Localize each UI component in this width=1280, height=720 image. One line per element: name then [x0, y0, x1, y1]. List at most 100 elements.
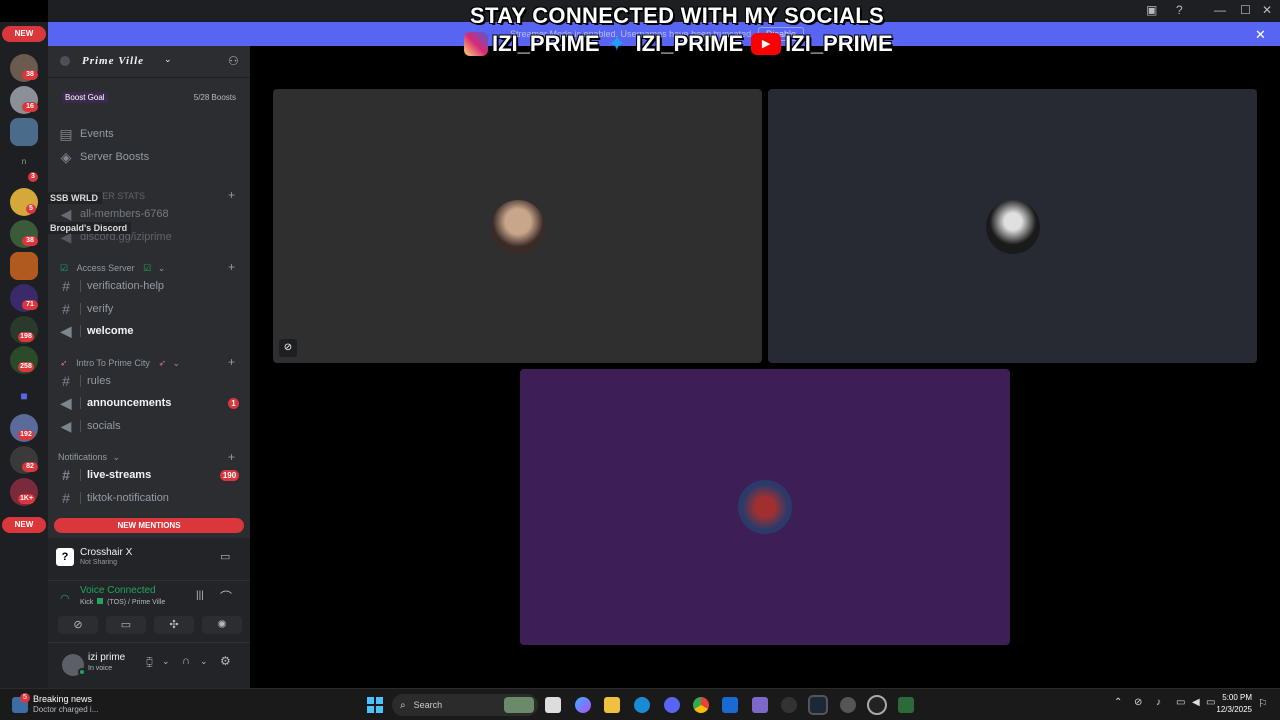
task-view-icon[interactable]: [545, 697, 561, 713]
disconnect-icon[interactable]: ⌒: [220, 588, 232, 605]
boost-count: 5/28 Boosts: [193, 92, 236, 102]
activity-status: Not Sharing: [80, 559, 117, 566]
headphones-icon[interactable]: ∩: [182, 655, 190, 667]
calendar-icon: ▤: [59, 125, 73, 142]
video-tile[interactable]: [520, 369, 1010, 645]
mention-badge: 192: [18, 430, 34, 440]
add-channel-icon[interactable]: +: [228, 260, 235, 274]
obs-icon[interactable]: [867, 695, 887, 715]
chevron-down-icon[interactable]: ⌄: [162, 656, 170, 667]
events-item[interactable]: ▤ Events: [56, 123, 246, 145]
stream-icon[interactable]: ▭: [220, 550, 230, 563]
voice-status[interactable]: Voice Connected: [80, 585, 156, 596]
channel-verification-help[interactable]: # verification-help: [56, 275, 246, 297]
checkbox-icon: ☑: [143, 263, 152, 273]
network-icon[interactable]: ▭: [1176, 697, 1185, 708]
channel-welcome[interactable]: ◀ welcome: [56, 320, 246, 342]
hash-icon: #: [62, 373, 70, 389]
speaker-icon: ◀: [60, 205, 72, 222]
noise-suppression-icon[interactable]: |||: [196, 590, 204, 601]
minimize-button[interactable]: —: [1214, 3, 1226, 17]
tray-icon[interactable]: ⊘: [1134, 697, 1142, 708]
boost-icon: ◈: [60, 148, 72, 165]
new-unread-pill[interactable]: NEW: [2, 517, 46, 533]
category-access-server[interactable]: ☑ Access Server ☑ ⌄: [60, 263, 165, 274]
volume-icon[interactable]: ◀: [1192, 697, 1200, 708]
notifications-icon[interactable]: ⚐: [1258, 697, 1268, 710]
help-icon[interactable]: ?: [1176, 3, 1183, 17]
copilot-icon[interactable]: [575, 697, 591, 713]
mention-badge: 71: [22, 300, 38, 310]
close-window-button[interactable]: ✕: [1262, 3, 1272, 17]
online-status-icon: [78, 668, 86, 676]
chevron-up-icon[interactable]: ⌃: [1114, 697, 1122, 708]
app-icon[interactable]: [781, 697, 797, 713]
channel-socials[interactable]: ◀ socials: [56, 415, 246, 437]
soundboard-button[interactable]: ✺: [202, 616, 242, 634]
activity-name: Crosshair X: [80, 547, 133, 558]
username[interactable]: izi prime: [88, 652, 125, 663]
news-title[interactable]: Breaking news: [33, 694, 92, 704]
server-name[interactable]: Prime Ville: [82, 55, 144, 67]
microphone-icon[interactable]: ♪: [1156, 697, 1161, 708]
crosshair-app-icon: ?: [56, 548, 74, 566]
youtube-icon: ▶: [751, 33, 782, 55]
share-screen-button[interactable]: ▭: [106, 616, 146, 634]
server-boosts-item[interactable]: ◈ Server Boosts: [56, 146, 246, 168]
terminal-icon[interactable]: [898, 697, 914, 713]
maximize-button[interactable]: ☐: [1240, 3, 1251, 17]
chrome-icon[interactable]: [693, 697, 709, 713]
activities-button[interactable]: ✣: [154, 616, 194, 634]
voice-channel[interactable]: Kick (TOS) / Prime Ville: [80, 598, 165, 606]
server-rail: NEW 38 16 n 3 5 38 71 198 258 ■ 192 82 1…: [0, 22, 48, 688]
taskbar-search-box[interactable]: ⌕ Search: [392, 694, 538, 716]
settings-gear-icon[interactable]: ⚙: [220, 654, 231, 668]
discord-icon[interactable]: [664, 697, 680, 713]
channel-verify[interactable]: # verify: [56, 298, 246, 320]
close-banner-icon[interactable]: ✕: [1255, 27, 1266, 43]
chevron-down-icon[interactable]: ⌄: [200, 656, 208, 667]
edge-icon[interactable]: [634, 697, 650, 713]
hash-icon: #: [62, 301, 70, 317]
new-unread-pill[interactable]: NEW: [2, 26, 46, 42]
add-channel-icon[interactable]: +: [228, 188, 235, 202]
settings-app-icon[interactable]: [840, 697, 856, 713]
mention-badge: 258: [18, 362, 34, 372]
inbox-icon[interactable]: ▣: [1146, 3, 1157, 17]
video-tile[interactable]: [768, 89, 1257, 363]
announcement-icon: ◀: [60, 417, 72, 434]
new-mentions-pill[interactable]: NEW MENTIONS: [54, 518, 244, 533]
server-icon[interactable]: [10, 252, 38, 280]
channel-tiktok-notification[interactable]: # tiktok-notification: [56, 487, 246, 509]
category-notifications[interactable]: Notifications ⌄: [58, 452, 120, 463]
channel-live-streams[interactable]: # live-streams: [56, 464, 246, 486]
add-channel-icon[interactable]: +: [228, 355, 235, 369]
unread-badge: 1: [228, 398, 239, 409]
server-badge-icon: [60, 56, 70, 66]
steam-icon[interactable]: [808, 695, 828, 715]
news-badge: 5: [20, 693, 30, 703]
add-channel-icon[interactable]: +: [228, 450, 235, 464]
teams-icon[interactable]: [752, 697, 768, 713]
muted-mic-icon: ⊘: [279, 339, 297, 357]
clock-time[interactable]: 5:00 PM: [1216, 693, 1252, 702]
clock-date[interactable]: 12/3/2025: [1212, 705, 1252, 714]
store-icon[interactable]: [722, 697, 738, 713]
mention-badge: 198: [18, 332, 34, 342]
news-subtitle[interactable]: Doctor charged i...: [33, 705, 98, 714]
add-member-icon[interactable]: ⚇: [228, 54, 239, 68]
channel-rules[interactable]: # rules: [56, 370, 246, 392]
channel-announcements[interactable]: ◀ announcements: [56, 392, 246, 414]
chevron-down-icon[interactable]: ⌄: [164, 54, 172, 65]
mention-badge: 82: [22, 462, 38, 472]
category-intro[interactable]: ➶ Intro To Prime City ➶ ⌄: [60, 358, 180, 369]
instagram-icon: [464, 32, 488, 56]
boost-goal-row[interactable]: Boost Goal 5/28 Boosts: [56, 86, 242, 108]
file-explorer-icon[interactable]: [604, 697, 620, 713]
windows-start-icon[interactable]: [367, 697, 383, 713]
folder-icon[interactable]: ■: [10, 382, 38, 410]
toggle-camera-button[interactable]: ⊘: [58, 616, 98, 634]
server-icon[interactable]: [10, 118, 38, 146]
video-tile[interactable]: ⊘: [273, 89, 762, 363]
mute-mic-icon[interactable]: ⧮: [146, 656, 153, 669]
